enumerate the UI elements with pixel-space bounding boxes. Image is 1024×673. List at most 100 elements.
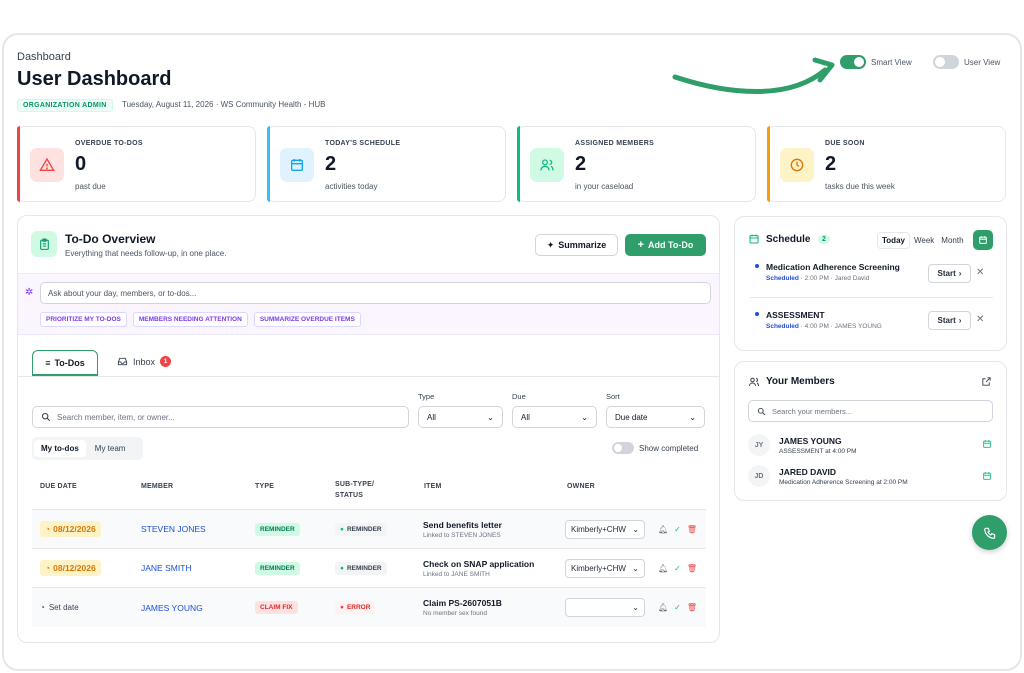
bell-icon[interactable]: 🔔︎ bbox=[658, 603, 668, 612]
trash-icon[interactable]: 🗑︎ bbox=[687, 603, 697, 612]
schedule-item-meta: · 4:00 PM · JAMES YOUNG bbox=[798, 323, 882, 330]
item-title[interactable]: Send benefits letter bbox=[423, 520, 502, 530]
due-date-chip[interactable]: ◔ 08/12/2026 bbox=[40, 560, 101, 576]
schedule-range-tabs: Today Week Month bbox=[877, 232, 968, 249]
schedule-item[interactable]: Medication Adherence Screening Scheduled… bbox=[766, 262, 900, 282]
seg-my-team[interactable]: My team bbox=[88, 440, 133, 457]
search-icon bbox=[41, 412, 51, 422]
chevron-down-icon: ⌄ bbox=[632, 603, 639, 612]
stat-card-due-soon[interactable]: DUE SOON 2 tasks due this week bbox=[767, 126, 1006, 202]
bell-icon[interactable]: 🔔︎ bbox=[658, 564, 668, 573]
stat-label: ASSIGNED MEMBERS bbox=[575, 140, 655, 147]
stat-value: 2 bbox=[325, 153, 337, 175]
stat-card-members[interactable]: ASSIGNED MEMBERS 2 in your caseload bbox=[517, 126, 756, 202]
smart-view-label: Smart View bbox=[871, 57, 912, 67]
bell-icon[interactable]: 🔔︎ bbox=[658, 525, 668, 534]
smart-view-toggle[interactable]: Smart View bbox=[840, 55, 912, 69]
calendar-icon bbox=[979, 236, 987, 244]
avatar: JY bbox=[748, 434, 770, 456]
table-row[interactable]: ◔ 08/12/2026 STEVEN JONES REMINDER ● REMIN… bbox=[32, 509, 706, 548]
check-icon[interactable]: ✓ bbox=[674, 564, 681, 573]
chip-prioritize[interactable]: PRIORITIZE MY TO-DOS bbox=[40, 312, 127, 327]
status-badge: ● REMINDER bbox=[335, 561, 387, 575]
ai-ask-input[interactable]: Ask about your day, members, or to-dos..… bbox=[40, 282, 711, 304]
owner-select[interactable]: ⌄ bbox=[565, 598, 645, 617]
status-badge: ● REMINDER bbox=[335, 522, 387, 536]
stat-card-overdue[interactable]: OVERDUE TO-DOS 0 past due bbox=[17, 126, 256, 202]
clock-icon bbox=[780, 148, 814, 182]
seg-my-todos[interactable]: My to-dos bbox=[34, 440, 86, 457]
chevron-right-icon: › bbox=[958, 269, 962, 278]
toggle-switch[interactable] bbox=[612, 442, 634, 454]
stat-card-schedule[interactable]: TODAY'S SCHEDULE 2 activities today bbox=[267, 126, 506, 202]
type-filter-label: Type bbox=[418, 392, 435, 401]
start-label: Start bbox=[937, 269, 956, 278]
show-completed-toggle[interactable]: Show completed bbox=[612, 442, 698, 454]
add-todo-label: Add To-Do bbox=[648, 240, 694, 250]
dismiss-icon[interactable]: ✕ bbox=[976, 267, 984, 278]
chip-summarize-overdue[interactable]: SUMMARIZE OVERDUE ITEMS bbox=[253, 312, 361, 327]
owner-value: Kimberly+CHW bbox=[571, 524, 626, 534]
toggle-switch[interactable] bbox=[840, 55, 866, 69]
accent-bar bbox=[767, 126, 770, 202]
range-week[interactable]: Week bbox=[910, 233, 938, 248]
type-select[interactable]: All ⌄ bbox=[418, 406, 503, 428]
search-placeholder: Search member, item, or owner... bbox=[57, 412, 175, 422]
inbox-icon bbox=[117, 357, 128, 366]
plus-icon: + bbox=[637, 239, 645, 251]
member-link[interactable]: STEVEN JONES bbox=[141, 524, 206, 534]
tab-todos[interactable]: ≡ To-Dos bbox=[32, 350, 98, 376]
due-select[interactable]: All ⌄ bbox=[512, 406, 597, 428]
breadcrumb[interactable]: Dashboard bbox=[17, 51, 71, 63]
due-select-value: All bbox=[521, 412, 530, 422]
user-view-toggle[interactable]: User View bbox=[933, 55, 1000, 69]
item-subtext: Linked to STEVEN JONES bbox=[423, 531, 501, 539]
item-title[interactable]: Check on SNAP application bbox=[423, 559, 534, 569]
calendar-icon[interactable] bbox=[982, 471, 992, 481]
summarize-button[interactable]: ✦ Summarize bbox=[535, 234, 618, 256]
owner-select[interactable]: Kimberly+CHW ⌄ bbox=[565, 558, 645, 578]
call-button[interactable] bbox=[972, 515, 1007, 550]
member-list-item[interactable]: JY JAMES YOUNG ASSESSMENT at 4:00 PM bbox=[748, 433, 993, 457]
chip-members-attention[interactable]: MEMBERS NEEDING ATTENTION bbox=[132, 312, 248, 327]
table-row[interactable]: ◔ Set date JAMES YOUNG CLAIM FIX ● ERROR C… bbox=[32, 587, 706, 627]
table-row[interactable]: ◔ 08/12/2026 JANE SMITH REMINDER ● REMINDE… bbox=[32, 548, 706, 587]
range-today[interactable]: Today bbox=[877, 232, 910, 249]
add-todo-button[interactable]: + Add To-Do bbox=[625, 234, 706, 256]
tab-inbox[interactable]: Inbox 1 bbox=[117, 356, 172, 367]
external-link-icon[interactable] bbox=[981, 376, 992, 387]
schedule-item[interactable]: ASSESSMENT Scheduled · 4:00 PM · JAMES Y… bbox=[766, 310, 882, 330]
member-detail: ASSESSMENT at 4:00 PM bbox=[779, 447, 857, 455]
sparkle-icon: ✲ bbox=[25, 287, 34, 298]
member-search-input[interactable]: Search your members... bbox=[748, 400, 993, 422]
check-icon[interactable]: ✓ bbox=[674, 603, 681, 612]
due-date-chip[interactable]: ◔ 08/12/2026 bbox=[40, 521, 101, 537]
calendar-icon[interactable] bbox=[982, 439, 992, 449]
member-search-placeholder: Search your members... bbox=[772, 406, 853, 416]
sort-select[interactable]: Due date ⌄ bbox=[606, 406, 705, 428]
member-list-item[interactable]: JD JARED DAVID Medication Adherence Scre… bbox=[748, 464, 993, 488]
trash-icon[interactable]: 🗑︎ bbox=[687, 564, 697, 573]
dismiss-icon[interactable]: ✕ bbox=[976, 314, 984, 325]
search-input[interactable]: Search member, item, or owner... bbox=[32, 406, 409, 428]
start-button[interactable]: Start › bbox=[928, 311, 971, 330]
item-subtext: No member sex found bbox=[423, 610, 487, 617]
calendar-open-button[interactable] bbox=[973, 230, 993, 250]
check-icon[interactable]: ✓ bbox=[674, 525, 681, 534]
due-filter-label: Due bbox=[512, 392, 526, 401]
toggle-switch[interactable] bbox=[933, 55, 959, 69]
trash-icon[interactable]: 🗑︎ bbox=[687, 525, 697, 534]
page-title: User Dashboard bbox=[17, 68, 172, 90]
item-title[interactable]: Claim PS-2607051B bbox=[423, 598, 502, 608]
stat-value: 2 bbox=[825, 153, 837, 175]
range-month[interactable]: Month bbox=[938, 233, 966, 248]
accent-bar bbox=[517, 126, 520, 202]
member-link[interactable]: JANE SMITH bbox=[141, 563, 192, 573]
owner-select[interactable]: Kimberly+CHW ⌄ bbox=[565, 519, 645, 539]
set-date-link[interactable]: Set date bbox=[49, 603, 79, 612]
start-button[interactable]: Start › bbox=[928, 264, 971, 283]
clock-icon: ◔ bbox=[45, 563, 51, 573]
member-link[interactable]: JAMES YOUNG bbox=[141, 603, 203, 613]
avatar: JD bbox=[748, 465, 770, 487]
due-date-text: 08/12/2026 bbox=[53, 563, 96, 573]
